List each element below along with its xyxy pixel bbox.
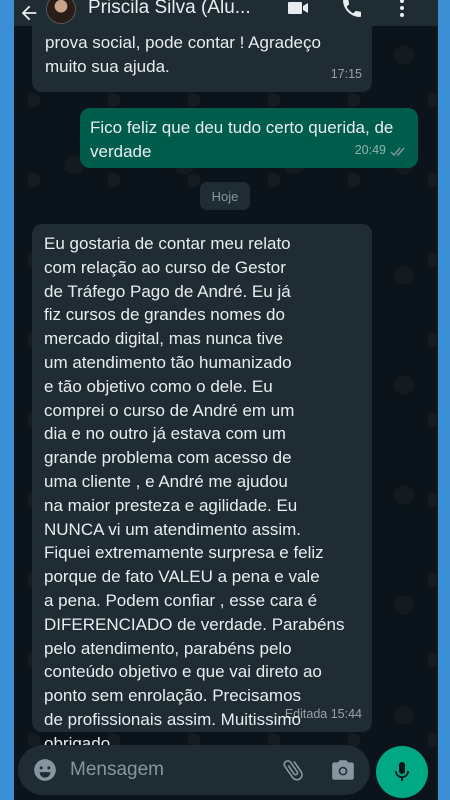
message-time: 17:15 [330,67,362,82]
message-composer [18,745,370,795]
message-list[interactable]: prova social, pode contar ! Agradeço mui… [14,6,438,753]
voice-message-button[interactable] [376,746,428,798]
date-separator: Hoje [200,182,250,210]
emoji-icon[interactable] [32,757,58,783]
camera-icon[interactable] [330,757,356,783]
phone-call-icon[interactable] [340,0,364,20]
message-meta: 20:49 [355,139,408,163]
message-text: Eu gostaria de contar meu relato com rel… [44,234,345,753]
message-time: Editada 15:44 [284,707,362,722]
avatar[interactable] [46,0,76,24]
message-meta: Editada 15:44 [285,703,362,727]
chat-screen: Priscila Silva (Alu... prova social, pod… [14,0,438,800]
video-call-icon[interactable] [286,0,310,20]
message-text: prova social, pode contar ! Agradeço mui… [45,33,321,76]
microphone-icon [395,762,409,781]
chat-header: Priscila Silva (Alu... [14,0,438,26]
message-meta: 17:15 [331,63,362,87]
message-time: 20:49 [354,143,386,158]
message-input[interactable] [70,759,260,781]
read-ticks-icon [390,147,405,156]
back-arrow-icon[interactable] [18,2,40,24]
paperclip-icon[interactable] [280,757,306,783]
contact-name[interactable]: Priscila Silva (Alu... [88,0,278,19]
outgoing-message[interactable]: Fico feliz que deu tudo certo querida, d… [80,108,418,168]
more-options-icon[interactable] [390,0,414,20]
bottom-edge [14,795,438,800]
incoming-message[interactable]: Eu gostaria de contar meu relato com rel… [32,224,372,753]
